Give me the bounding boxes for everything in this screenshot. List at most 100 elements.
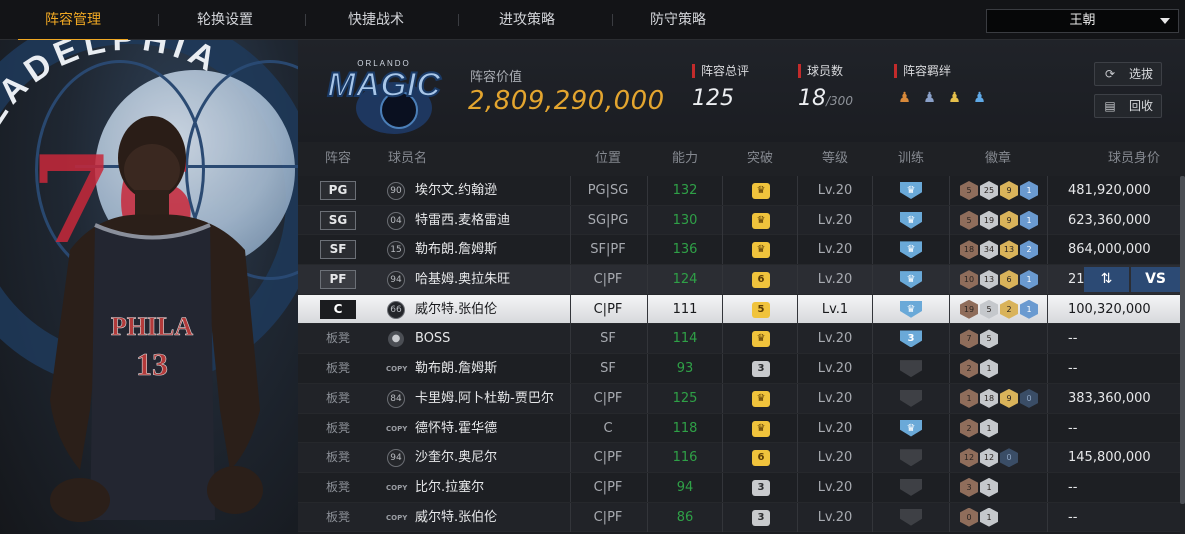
badge-icon[interactable]: 1 [1020,270,1038,290]
tab-rotation-settings[interactable]: 轮换设置 [170,0,280,40]
badge-icon[interactable]: 0 [1000,448,1018,468]
badge-icon[interactable]: 1 [980,507,998,527]
badge-icon[interactable]: 1 [960,388,978,408]
tab-lineup-management[interactable]: 阵容管理 [18,0,128,41]
badge-icon[interactable]: 18 [960,240,978,260]
training-level-badge[interactable] [900,449,922,467]
synergy-icon-blue[interactable]: ♟ [919,88,940,108]
badge-icon[interactable]: 1 [1020,210,1038,230]
training-crown-icon[interactable]: ♛ [900,211,922,229]
badge-icon[interactable]: 19 [960,299,978,319]
breakthrough-crown-icon[interactable]: ♛ [752,420,770,437]
training-crown-icon[interactable]: ♛ [900,182,922,199]
player-name[interactable]: 特雷西.麦格雷迪 [415,206,510,235]
compare-vs-button[interactable]: VS [1131,267,1180,293]
player-name[interactable]: 哈基姆.奥拉朱旺 [415,265,510,294]
badge-icon[interactable]: 13 [980,270,998,290]
select-button[interactable]: ⟳ 选拔 [1094,62,1162,86]
badge-icon[interactable]: 1 [980,477,998,497]
badge-icon[interactable]: 19 [980,210,998,230]
scrollbar[interactable] [1180,176,1185,534]
table-row[interactable]: C 66 威尔特.张伯伦 C|PF 111 5 Lv.1 ♛ 19 5 2 1 100,320,000 [298,294,1185,325]
synergy-icon-gold[interactable]: ♟ [944,88,965,108]
badge-icon[interactable]: 2 [1000,299,1018,319]
training-crown-icon[interactable]: ♛ [900,271,922,289]
table-row[interactable]: 板凳 COPY 德怀特.霍华德 C 118 ♛ Lv.20 ♛ 2 1 -- [298,413,1185,444]
badge-icon[interactable]: 1 [980,418,998,438]
badge-icon[interactable]: 5 [960,210,978,230]
player-name[interactable]: 比尔.拉塞尔 [415,473,484,502]
breakthrough-crown-icon[interactable]: ♛ [752,183,770,199]
training-crown-icon[interactable]: ♛ [900,241,922,259]
breakthrough-level-badge[interactable]: 6 [752,450,770,467]
breakthrough-level-badge[interactable]: 6 [752,272,770,289]
badge-icon[interactable]: 10 [960,270,978,290]
badge-icon[interactable]: 9 [1000,388,1018,408]
table-row[interactable]: 板凳 ● BOSS SF 114 ♛ Lv.20 3 7 5 -- [298,324,1185,355]
badge-icon[interactable]: 13 [1000,240,1018,260]
table-row[interactable]: SF 15 勒布朗.詹姆斯 SF|PF 136 ♛ Lv.20 ♛ 18 34 13 2 864,000… [298,235,1185,266]
training-level-badge[interactable] [900,389,922,407]
badge-icon[interactable]: 1 [1020,299,1038,319]
badge-icon[interactable]: 9 [1000,210,1018,230]
table-row[interactable]: 板凳 94 沙奎尔.奥尼尔 C|PF 116 6 Lv.20 12 12 0 145,800,000 [298,443,1185,473]
badge-icon[interactable]: 0 [960,507,978,527]
tab-defense-strategy[interactable]: 防守策略 [623,0,733,40]
badge-icon[interactable]: 2 [960,418,978,438]
training-level-badge[interactable] [900,478,922,496]
breakthrough-level-badge[interactable]: 3 [752,361,770,378]
table-row[interactable]: PF 94 哈基姆.奥拉朱旺 C|PF 124 6 Lv.20 ♛ 10 13 6 1 210 ⇅ VS [298,265,1185,295]
badge-icon[interactable]: 12 [960,448,978,468]
recycle-button[interactable]: ▤ 回收 [1094,94,1162,118]
player-name[interactable]: 埃尔文.约翰逊 [415,176,497,205]
player-name[interactable]: BOSS [415,324,450,353]
badge-icon[interactable]: 7 [960,329,978,349]
badge-icon[interactable]: 3 [960,477,978,497]
training-crown-icon[interactable]: ♛ [900,300,922,318]
training-crown-icon[interactable]: ♛ [900,419,922,437]
breakthrough-crown-icon[interactable]: ♛ [752,390,770,407]
badge-icon[interactable]: 5 [980,299,998,319]
badge-icon[interactable]: 12 [980,448,998,468]
player-dropdown[interactable]: 王朝 [986,9,1179,33]
player-name[interactable]: 勒布朗.詹姆斯 [415,354,497,383]
breakthrough-level-badge[interactable]: 5 [752,301,770,318]
player-name[interactable]: 勒布朗.詹姆斯 [415,235,497,264]
badge-icon[interactable]: 2 [960,359,978,379]
badge-icon[interactable]: 18 [980,388,998,408]
badge-icon[interactable]: 1 [980,359,998,379]
player-name[interactable]: 威尔特.张伯伦 [415,295,497,324]
table-row[interactable]: 板凳 84 卡里姆.阿卜杜勒-贾巴尔 C|PF 125 ♛ Lv.20 1 18 9 0 383,36… [298,383,1185,414]
badge-icon[interactable]: 9 [1000,181,1018,200]
breakthrough-crown-icon[interactable]: ♛ [752,242,770,259]
badge-icon[interactable]: 34 [980,240,998,260]
synergy-icon-orange[interactable]: ♟ [894,88,915,108]
table-row[interactable]: PG 90 埃尔文.约翰逊 PG|SG 132 ♛ Lv.20 ♛ 5 25 9 1 481,920,0… [298,176,1185,206]
tab-offense-strategy[interactable]: 进攻策略 [472,0,582,40]
badge-icon[interactable]: 0 [1020,388,1038,408]
breakthrough-crown-icon[interactable]: ♛ [752,212,770,229]
table-row[interactable]: SG 04 特雷西.麦格雷迪 SG|PG 130 ♛ Lv.20 ♛ 5 19 9 1 623,360,… [298,205,1185,236]
synergy-icon-cyan[interactable]: ♟ [969,88,990,108]
tab-quick-tactics[interactable]: 快捷战术 [321,0,431,40]
scrollbar-thumb[interactable] [1180,176,1185,504]
badge-icon[interactable]: 25 [980,181,998,200]
badge-icon[interactable]: 5 [960,181,978,200]
player-name[interactable]: 德怀特.霍华德 [415,414,497,443]
player-name[interactable]: 卡里姆.阿卜杜勒-贾巴尔 [415,384,554,413]
player-name[interactable]: 沙奎尔.奥尼尔 [415,443,497,472]
badge-icon[interactable]: 2 [1020,240,1038,260]
training-level-badge[interactable] [900,360,922,378]
breakthrough-level-badge[interactable]: 3 [752,509,770,526]
player-name[interactable]: 威尔特.张伯伦 [415,503,497,532]
badge-icon[interactable]: 5 [980,329,998,349]
badge-icon[interactable]: 6 [1000,270,1018,290]
table-row[interactable]: 板凳 COPY 威尔特.张伯伦 C|PF 86 3 Lv.20 0 1 -- [298,502,1185,533]
table-row[interactable]: 板凳 COPY 比尔.拉塞尔 C|PF 94 3 Lv.20 3 1 -- [298,472,1185,503]
training-level-badge[interactable] [900,508,922,526]
breakthrough-level-badge[interactable]: 3 [752,479,770,496]
swap-icon[interactable]: ⇅ [1084,267,1130,293]
training-level-badge[interactable]: 3 [900,330,922,348]
breakthrough-crown-icon[interactable]: ♛ [752,331,770,348]
badge-icon[interactable]: 1 [1020,181,1038,200]
